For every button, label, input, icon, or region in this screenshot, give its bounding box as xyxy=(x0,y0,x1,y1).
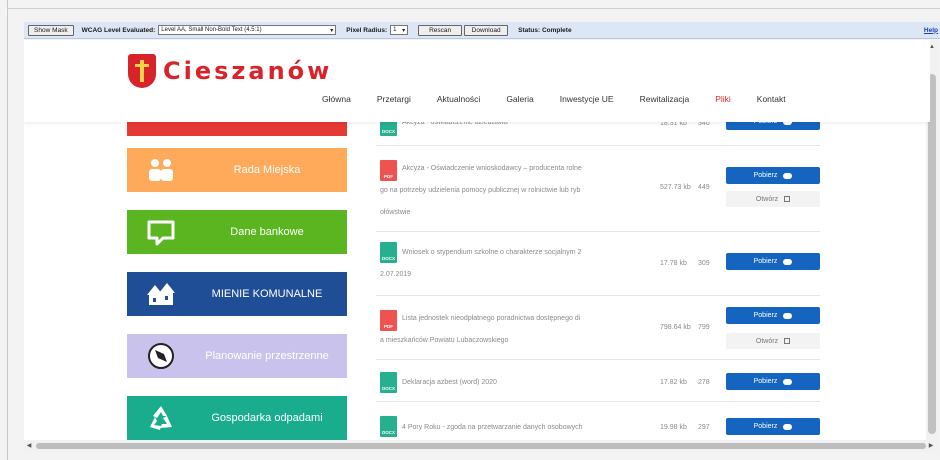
download-button[interactable]: Pobierz xyxy=(726,373,820,390)
tile-label: Planowanie przestrzenne xyxy=(205,350,329,362)
status-text: Status: Complete xyxy=(518,26,572,34)
download-button[interactable]: Pobierz xyxy=(726,167,820,184)
file-row: DOCX Wniosek o stypendium szkolne o char… xyxy=(376,232,820,296)
pixel-radius-label: Pixel Radius: xyxy=(346,26,388,34)
download-button[interactable]: Pobierz xyxy=(726,253,820,270)
nav-item-pliki[interactable]: Pliki xyxy=(715,94,731,104)
nav-item-inwestycje-ue[interactable]: Inwestycje UE xyxy=(560,94,614,104)
site-header: Cieszanów Główna Przetargi Aktualności G… xyxy=(24,40,930,122)
compass-icon xyxy=(148,343,174,369)
wcag-level-select[interactable]: Level AA, Small Non-Bold Text (4.5:1) ▾ xyxy=(158,25,337,35)
cloud-download-icon xyxy=(783,378,793,385)
page-viewport: Cieszanów Główna Przetargi Aktualności G… xyxy=(24,40,930,440)
file-row: PDF Lista jednostek nieodpłatnego poradn… xyxy=(376,296,820,360)
browser-frame: Show Mask WCAG Level Evaluated: Level AA… xyxy=(0,0,940,460)
tile-label: Dane bankowe xyxy=(230,226,304,238)
open-button[interactable]: Otwórz xyxy=(726,191,820,207)
help-link[interactable]: Help xyxy=(924,27,938,34)
expand-icon xyxy=(784,338,791,344)
download-count: 799 xyxy=(698,324,710,331)
file-size: 19.98 kb xyxy=(660,424,687,431)
file-row: PDF Akcyza - Oświadczenie wnioskodawcy –… xyxy=(376,158,820,232)
horizontal-scrollbar[interactable]: ◀ ▶ xyxy=(24,440,938,452)
logo-text: Cieszanów xyxy=(163,57,333,85)
nav-item-galeria[interactable]: Galeria xyxy=(506,94,533,104)
chevron-down-icon: ▾ xyxy=(402,27,406,34)
file-title[interactable]: Deklaracja azbest (word) 2020 xyxy=(380,372,497,394)
cloud-download-icon xyxy=(783,258,793,265)
frame-divider xyxy=(7,8,940,9)
nav-item-przetargi[interactable]: Przetargi xyxy=(377,94,411,104)
file-title[interactable]: 4 Pory Roku - zgoda na przetwarzanie dan… xyxy=(380,417,583,439)
main-nav: Główna Przetargi Aktualności Galeria Inw… xyxy=(322,94,812,104)
download-count: 449 xyxy=(698,184,710,191)
wcag-level-value: Level AA, Small Non-Bold Text (4.5:1) xyxy=(161,27,262,33)
download-count: 309 xyxy=(698,260,710,267)
wcag-level-label: WCAG Level Evaluated: xyxy=(81,26,156,34)
expand-icon xyxy=(784,196,791,202)
download-button[interactable]: Download xyxy=(464,24,509,36)
frame-border xyxy=(7,0,8,460)
cloud-download-icon xyxy=(783,172,793,179)
houses-icon xyxy=(147,283,175,305)
pixel-radius-value: 1 xyxy=(393,27,397,33)
wcag-toolbar: Show Mask WCAG Level Evaluated: Level AA… xyxy=(24,22,940,39)
scroll-right-icon[interactable]: ▶ xyxy=(926,440,936,452)
scrollbar-thumb[interactable] xyxy=(36,443,926,449)
pixel-radius-select[interactable]: 1 ▾ xyxy=(390,25,409,35)
sidebar-tile-rada-miejska[interactable]: Rada Miejska xyxy=(127,148,347,192)
file-row: DOCX 4 Pory Roku - zgoda na przetwarzani… xyxy=(376,402,820,440)
tile-label: Gospodarka odpadami xyxy=(211,412,323,424)
people-icon xyxy=(149,159,173,181)
file-row: DOCX Deklaracja azbest (word) 2020 17.82… xyxy=(376,360,820,402)
scrollbar-thumb[interactable] xyxy=(928,74,936,434)
file-size: 798.64 kb xyxy=(660,324,691,331)
sidebar-tile-planowanie[interactable]: Planowanie przestrzenne xyxy=(127,334,347,378)
cloud-download-icon xyxy=(783,312,793,319)
show-mask-button[interactable]: Show Mask xyxy=(28,24,74,36)
sidebar-tile-dane-bankowe[interactable]: Dane bankowe xyxy=(127,210,347,254)
rescan-button[interactable]: Rescan xyxy=(418,24,463,36)
open-button[interactable]: Otwórz xyxy=(726,333,820,349)
tile-label: Rada Miejska xyxy=(233,164,301,176)
sidebar-tile-gospodarka-odpadami[interactable]: Gospodarka odpadami xyxy=(127,396,347,440)
download-button[interactable]: Pobierz xyxy=(726,418,820,435)
cloud-download-icon xyxy=(783,423,793,430)
site-logo[interactable]: Cieszanów xyxy=(128,54,332,88)
file-title[interactable]: Wniosek o stypendium szkolne o charakter… xyxy=(380,242,581,286)
recycle-icon xyxy=(150,406,172,430)
tile-label: MIENIE KOMUNALNE xyxy=(211,288,323,300)
download-count: 297 xyxy=(698,424,710,431)
file-size: 17.82 kb xyxy=(660,379,687,386)
nav-item-rewitalizacja[interactable]: Rewitalizacja xyxy=(640,94,690,104)
sidebar-tile-mienie-komunalne[interactable]: MIENIE KOMUNALNE xyxy=(127,272,347,316)
file-size: 527.73 kb xyxy=(660,184,691,191)
card-icon xyxy=(147,220,175,246)
download-count: 278 xyxy=(698,379,710,386)
nav-item-kontakt[interactable]: Kontakt xyxy=(757,94,786,104)
chevron-down-icon: ▾ xyxy=(330,27,334,34)
file-size: 17.78 kb xyxy=(660,260,687,267)
scroll-left-icon[interactable]: ◀ xyxy=(24,440,34,452)
nav-item-glowna[interactable]: Główna xyxy=(322,94,351,104)
file-title[interactable]: Lista jednostek nieodpłatnego poradnictw… xyxy=(380,308,580,352)
file-title[interactable]: Akcyza - Oświadczenie wnioskodawcy – pro… xyxy=(380,158,582,224)
coat-of-arms-icon xyxy=(128,54,156,88)
nav-item-aktualnosci[interactable]: Aktualności xyxy=(437,94,480,104)
download-button[interactable]: Pobierz xyxy=(726,307,820,324)
